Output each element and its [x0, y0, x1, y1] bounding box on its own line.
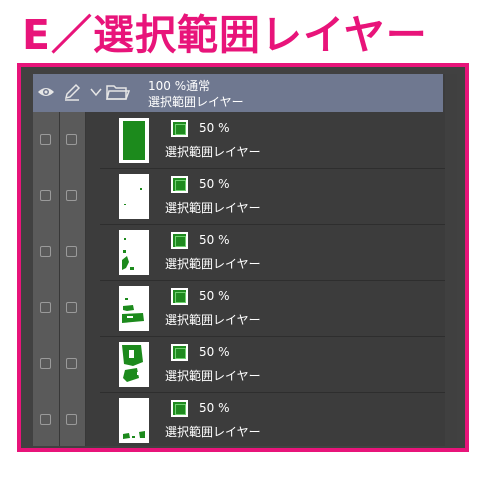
layer-thumbnail	[119, 118, 149, 163]
layer-panel: 100 %通常 選択範囲レイヤー 50 % 選択範囲レイヤー 50 % 選択範囲…	[33, 74, 457, 446]
layer-name: 選択範囲レイヤー	[165, 369, 261, 383]
layer-opacity: 50 %	[199, 345, 230, 359]
folder-name: 選択範囲レイヤー	[148, 95, 244, 109]
layer-panel-frame: 100 %通常 選択範囲レイヤー 50 % 選択範囲レイヤー 50 % 選択範囲…	[17, 63, 469, 452]
layer-name: 選択範囲レイヤー	[165, 425, 261, 439]
page-title: E／選択範囲レイヤー	[22, 11, 428, 59]
visibility-checkbox[interactable]	[40, 190, 51, 201]
folder-blend-mode: 100 %通常	[148, 79, 211, 93]
layer-thumbnail	[119, 230, 149, 275]
visibility-checkbox[interactable]	[40, 358, 51, 369]
lock-checkbox[interactable]	[66, 246, 77, 257]
layer-row[interactable]: 50 % 選択範囲レイヤー	[33, 113, 445, 169]
visibility-checkbox[interactable]	[40, 134, 51, 145]
lock-checkbox[interactable]	[66, 358, 77, 369]
layer-opacity: 50 %	[199, 233, 230, 247]
scrollbar[interactable]	[445, 74, 457, 446]
layer-row[interactable]: 50 % 選択範囲レイヤー	[33, 337, 445, 393]
selection-mask-icon	[171, 344, 188, 361]
layer-thumbnail	[119, 342, 149, 387]
visibility-checkbox[interactable]	[40, 414, 51, 425]
layer-row[interactable]: 50 % 選択範囲レイヤー	[33, 281, 445, 337]
layer-row[interactable]: 50 % 選択範囲レイヤー	[33, 169, 445, 225]
layer-opacity: 50 %	[199, 121, 230, 135]
lock-checkbox[interactable]	[66, 134, 77, 145]
layer-name: 選択範囲レイヤー	[165, 201, 261, 215]
layer-thumbnail	[119, 286, 149, 331]
visibility-checkbox[interactable]	[40, 302, 51, 313]
folder-icon	[106, 85, 130, 100]
selection-mask-icon	[171, 400, 188, 417]
layer-opacity: 50 %	[199, 289, 230, 303]
lock-checkbox[interactable]	[66, 302, 77, 313]
layer-opacity: 50 %	[199, 177, 230, 191]
selection-mask-icon	[171, 176, 188, 193]
selection-mask-icon	[171, 232, 188, 249]
chevron-down-icon[interactable]	[90, 87, 102, 97]
lock-checkbox[interactable]	[66, 414, 77, 425]
layer-thumbnail	[119, 398, 149, 443]
selection-mask-icon	[171, 288, 188, 305]
pen-icon[interactable]	[63, 83, 81, 101]
selection-mask-icon	[171, 120, 188, 137]
eye-icon[interactable]	[37, 85, 55, 99]
layer-opacity: 50 %	[199, 401, 230, 415]
lock-checkbox[interactable]	[66, 190, 77, 201]
layer-name: 選択範囲レイヤー	[165, 145, 261, 159]
folder-layer-row[interactable]: 100 %通常 選択範囲レイヤー	[33, 74, 443, 112]
layer-name: 選択範囲レイヤー	[165, 257, 261, 271]
layer-row[interactable]: 50 % 選択範囲レイヤー	[33, 393, 445, 448]
visibility-checkbox[interactable]	[40, 246, 51, 257]
layer-thumbnail	[119, 174, 149, 219]
layer-row[interactable]: 50 % 選択範囲レイヤー	[33, 225, 445, 281]
layer-name: 選択範囲レイヤー	[165, 313, 261, 327]
